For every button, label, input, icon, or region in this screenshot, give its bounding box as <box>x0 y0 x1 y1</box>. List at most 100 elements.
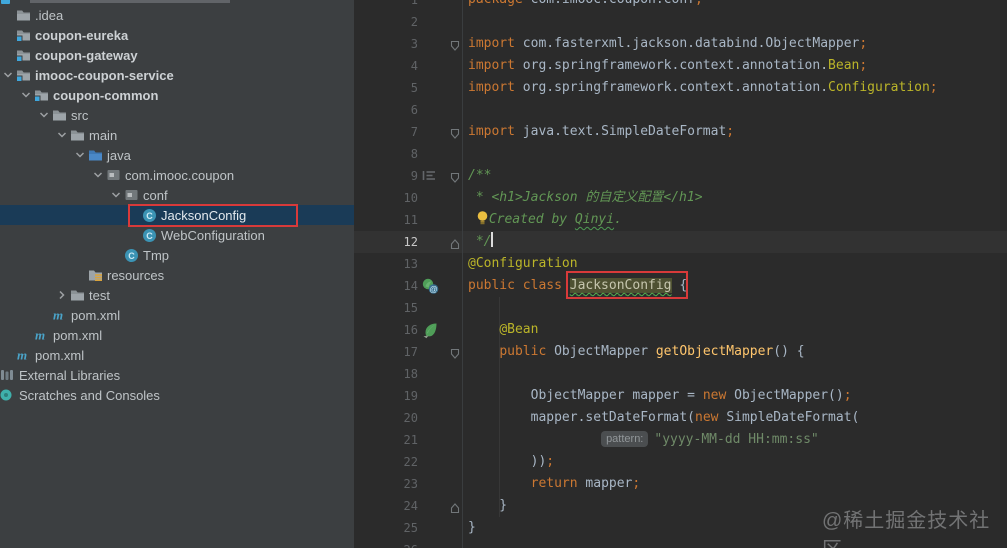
code-line-5[interactable]: 5 import org.springframework.context.anno… <box>354 77 1007 99</box>
code-line-14[interactable]: 14 @ public class JacksonConfig { <box>354 275 1007 297</box>
token: Configuration <box>828 80 930 95</box>
chevron-down-icon[interactable] <box>90 165 106 185</box>
tree-item-conf[interactable]: conf <box>0 185 354 205</box>
tree-item-coupon-eureka[interactable]: coupon-eureka <box>0 25 354 45</box>
chevron-down-icon[interactable] <box>0 65 16 85</box>
token: import <box>468 36 523 51</box>
code-line-1[interactable]: 1 package com.imooc.coupon.conf; <box>354 0 1007 11</box>
chevron-down-icon[interactable] <box>54 125 70 145</box>
code-line-21[interactable]: 21 pattern: "yyyy-MM-dd HH:mm:ss" <box>354 429 1007 451</box>
fold-marker-open[interactable] <box>449 170 461 183</box>
class-icon: C <box>142 207 160 223</box>
token: ; <box>929 80 938 95</box>
tree-item-test[interactable]: test <box>0 285 354 305</box>
tree-item-webconfiguration[interactable]: C WebConfiguration <box>0 225 354 245</box>
code-line-7[interactable]: 7 import java.text.SimpleDateFormat; <box>354 121 1007 143</box>
token: Qinyi <box>574 212 615 227</box>
tree-item-java[interactable]: java <box>0 145 354 165</box>
code-text: @Configuration <box>468 253 578 275</box>
token: */ <box>468 234 492 249</box>
tree-item-scratches-and-consoles[interactable]: Scratches and Consoles <box>0 385 354 405</box>
code-line-18[interactable]: 18 <box>354 363 1007 385</box>
editor-pane[interactable]: 1package com.imooc.coupon.conf;23import … <box>354 0 1007 548</box>
token: @Bean <box>499 322 539 337</box>
tree-item-main[interactable]: main <box>0 125 354 145</box>
code-line-10[interactable]: 10 * <h1>Jackson 的自定义配置</h1> <box>354 187 1007 209</box>
line-number: 21 <box>403 433 418 447</box>
chevron-down-icon[interactable] <box>18 85 34 105</box>
code-line-16[interactable]: 16 @Bean <box>354 319 1007 341</box>
svg-text:m: m <box>53 308 63 322</box>
code-line-2[interactable]: 2 <box>354 11 1007 33</box>
code-line-20[interactable]: 20 mapper.setDateFormat(new SimpleDateFo… <box>354 407 1007 429</box>
tree-item-pom-xml[interactable]: m pom.xml <box>0 345 354 365</box>
project-tree: .idea coupon-eureka coupon-gateway imooc-co… <box>0 5 354 405</box>
tree-item-label: pom.xml <box>71 307 121 323</box>
tree-item-label: pom.xml <box>35 347 85 363</box>
intention-bulb-icon[interactable] <box>476 210 489 233</box>
chevron-down-icon[interactable] <box>72 145 88 165</box>
tree-item-label: coupon-gateway <box>35 47 138 63</box>
chevron-placeholder <box>0 345 16 365</box>
code-text: */ <box>468 231 494 253</box>
code-line-11[interactable]: 11 Created by Qinyi. <box>354 209 1007 231</box>
code-line-17[interactable]: 17 public ObjectMapper getObjectMapper()… <box>354 341 1007 363</box>
code-line-9[interactable]: 9 /** <box>354 165 1007 187</box>
tree-item-com-imooc-coupon[interactable]: com.imooc.coupon <box>0 165 354 185</box>
svg-text:C: C <box>128 251 135 261</box>
spring-config-gutter-icon[interactable]: @ <box>422 278 439 295</box>
code-line-23[interactable]: 23 return mapper; <box>354 473 1007 495</box>
class-icon: C <box>142 227 160 243</box>
package-icon <box>124 187 142 203</box>
tree-item-src[interactable]: src <box>0 105 354 125</box>
code-line-12[interactable]: 12 */ <box>354 231 1007 253</box>
tree-item-label: External Libraries <box>19 367 121 383</box>
code-line-15[interactable]: 15 <box>354 297 1007 319</box>
token: import <box>468 80 523 95</box>
code-line-22[interactable]: 22 )); <box>354 451 1007 473</box>
tree-item--idea[interactable]: .idea <box>0 5 354 25</box>
clipped-root-text <box>30 0 230 3</box>
tree-item-coupon-common[interactable]: coupon-common <box>0 85 354 105</box>
chevron-right-icon[interactable] <box>54 285 70 305</box>
tree-item-pom-xml[interactable]: m pom.xml <box>0 325 354 345</box>
token: mapper <box>585 476 633 491</box>
code-line-13[interactable]: 13 @Configuration <box>354 253 1007 275</box>
class-icon: C <box>124 247 142 263</box>
code-line-6[interactable]: 6 <box>354 99 1007 121</box>
line-number: 6 <box>410 103 418 117</box>
code-line-3[interactable]: 3 import com.fasterxml.jackson.databind.O… <box>354 33 1007 55</box>
code-line-8[interactable]: 8 <box>354 143 1007 165</box>
token: ; <box>859 36 868 51</box>
fold-marker-open[interactable] <box>449 346 461 359</box>
spring-bean-gutter-icon[interactable] <box>422 322 439 339</box>
fold-marker-open[interactable] <box>449 38 461 51</box>
libraries-icon <box>0 367 18 383</box>
tree-item-imooc-coupon-service[interactable]: imooc-coupon-service <box>0 65 354 85</box>
line-number: 15 <box>403 301 418 315</box>
line-number: 24 <box>403 499 418 513</box>
module-folder-icon <box>16 67 34 83</box>
code-line-4[interactable]: 4 import org.springframework.context.anno… <box>354 55 1007 77</box>
tree-item-pom-xml[interactable]: m pom.xml <box>0 305 354 325</box>
tree-item-external-libraries[interactable]: External Libraries <box>0 365 354 385</box>
fold-marker-open[interactable] <box>449 126 461 139</box>
tree-item-jacksonconfig[interactable]: C JacksonConfig <box>0 205 354 225</box>
tree-item-resources[interactable]: resources <box>0 265 354 285</box>
line-number: 9 <box>410 169 418 183</box>
comment-lines-gutter-icon[interactable] <box>422 168 439 185</box>
folder-icon <box>16 7 34 23</box>
token: Created by <box>488 212 575 227</box>
source-folder-icon <box>88 147 106 163</box>
code-line-19[interactable]: 19 ObjectMapper mapper = new ObjectMappe… <box>354 385 1007 407</box>
tree-item-label: coupon-eureka <box>35 27 129 43</box>
code-text: package com.imooc.coupon.conf; <box>468 0 703 11</box>
chevron-down-icon[interactable] <box>108 185 124 205</box>
token: new <box>695 410 727 425</box>
tree-item-tmp[interactable]: C Tmp <box>0 245 354 265</box>
tree-item-coupon-gateway[interactable]: coupon-gateway <box>0 45 354 65</box>
fold-marker-close[interactable] <box>449 236 461 250</box>
fold-marker-close[interactable] <box>449 500 461 514</box>
chevron-down-icon[interactable] <box>36 105 52 125</box>
